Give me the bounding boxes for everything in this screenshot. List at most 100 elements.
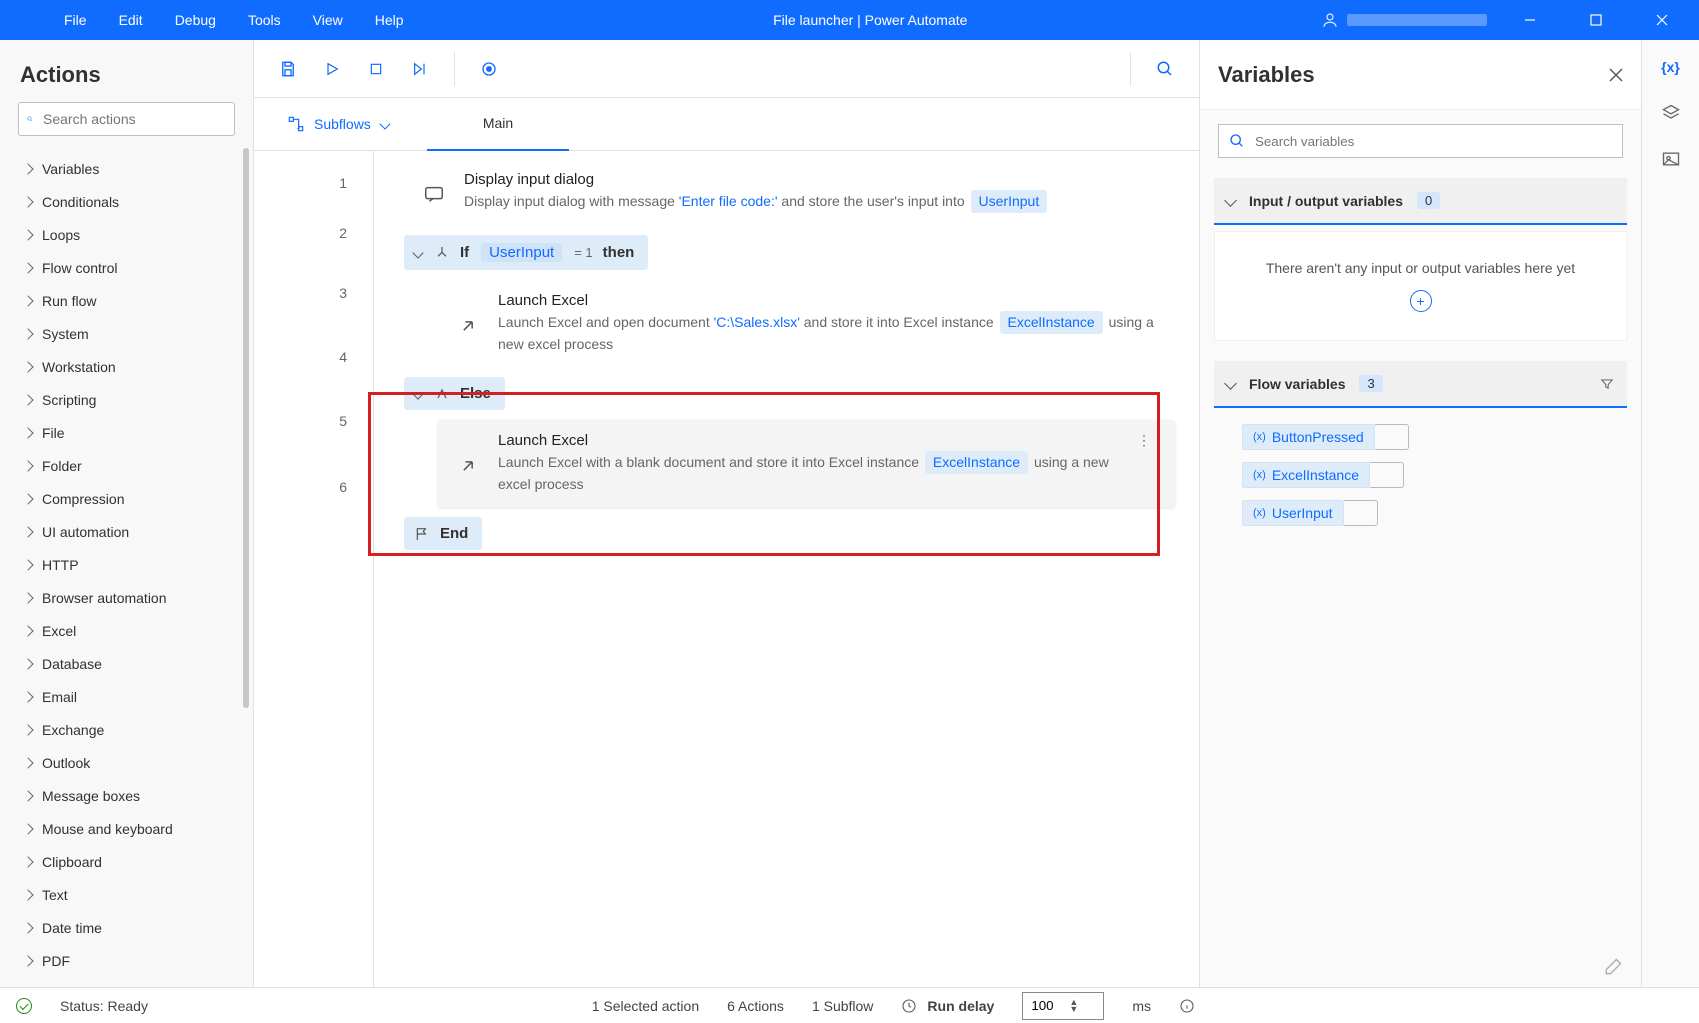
- action-category[interactable]: Email: [0, 680, 253, 713]
- maximize-button[interactable]: [1573, 0, 1619, 40]
- variables-search[interactable]: [1218, 124, 1623, 158]
- chevron-right-icon: [22, 823, 33, 834]
- chevron-right-icon: [22, 757, 33, 768]
- step-end[interactable]: End: [404, 517, 482, 550]
- flow-variable[interactable]: (x)UserInput: [1242, 500, 1623, 526]
- flowchart-icon: [288, 116, 304, 132]
- step-launch-excel-open[interactable]: Launch Excel Launch Excel and open docum…: [438, 280, 1175, 367]
- action-category[interactable]: Scripting: [0, 383, 253, 416]
- action-category[interactable]: PDF: [0, 944, 253, 977]
- step-launch-excel-blank[interactable]: Launch Excel Launch Excel with a blank d…: [438, 420, 1175, 507]
- right-rail: {x}: [1641, 40, 1699, 987]
- close-panel-button[interactable]: [1609, 68, 1623, 82]
- menu-debug[interactable]: Debug: [159, 0, 232, 40]
- action-category[interactable]: Conditionals: [0, 185, 253, 218]
- else-keyword: Else: [460, 385, 491, 402]
- subflows-dropdown[interactable]: Subflows: [272, 98, 405, 151]
- action-category[interactable]: Exchange: [0, 713, 253, 746]
- action-category[interactable]: Variables: [0, 152, 253, 185]
- filter-icon[interactable]: [1599, 377, 1615, 391]
- user-account[interactable]: [1321, 11, 1487, 29]
- designer-area: Subflows Main 1 2 3 4 5 6 Displ: [254, 40, 1199, 987]
- flow-variable[interactable]: (x)ButtonPressed: [1242, 424, 1623, 450]
- eraser-icon[interactable]: [1603, 957, 1623, 977]
- menu-help[interactable]: Help: [359, 0, 420, 40]
- action-category[interactable]: Workstation: [0, 350, 253, 383]
- step-if[interactable]: If UserInput = 1 then: [404, 235, 648, 270]
- category-label: Flow control: [42, 260, 117, 276]
- action-category[interactable]: Database: [0, 647, 253, 680]
- category-label: Exchange: [42, 722, 104, 738]
- category-label: File: [42, 425, 65, 441]
- actions-search-input[interactable]: [41, 110, 226, 128]
- scrollbar[interactable]: [243, 148, 249, 708]
- add-io-variable-button[interactable]: +: [1410, 290, 1432, 312]
- spin-arrows[interactable]: ▲▼: [1069, 999, 1078, 1013]
- io-variables-section: Input / output variables 0: [1214, 178, 1627, 225]
- action-category[interactable]: Flow control: [0, 251, 253, 284]
- menu-edit[interactable]: Edit: [103, 0, 159, 40]
- images-rail-icon[interactable]: [1660, 148, 1682, 170]
- action-category[interactable]: UI automation: [0, 515, 253, 548]
- io-section-header[interactable]: Input / output variables 0: [1214, 178, 1627, 223]
- variables-search-input[interactable]: [1253, 133, 1612, 150]
- step-desc: Display input dialog with message 'Enter…: [464, 190, 1159, 213]
- run-delay-value[interactable]: [1029, 997, 1069, 1014]
- chevron-right-icon: [22, 262, 33, 273]
- tab-main[interactable]: Main: [427, 98, 569, 151]
- step-else[interactable]: Else: [404, 377, 505, 410]
- step-display-input-dialog[interactable]: Display input dialog Display input dialo…: [404, 159, 1175, 225]
- info-icon[interactable]: [1179, 998, 1195, 1014]
- menu-file[interactable]: File: [48, 0, 103, 40]
- action-category[interactable]: Loops: [0, 218, 253, 251]
- category-label: Browser automation: [42, 590, 167, 606]
- action-category[interactable]: Mouse and keyboard: [0, 812, 253, 845]
- search-flow-button[interactable]: [1149, 53, 1181, 85]
- actions-search[interactable]: [18, 102, 235, 136]
- action-category[interactable]: System: [0, 317, 253, 350]
- actions-panel: Actions VariablesConditionalsLoopsFlow c…: [0, 40, 254, 987]
- action-category[interactable]: Date time: [0, 911, 253, 944]
- step-title: Launch Excel: [498, 292, 1159, 309]
- category-label: System: [42, 326, 89, 342]
- chevron-right-icon: [22, 526, 33, 537]
- step-button[interactable]: [404, 53, 436, 85]
- category-label: HTTP: [42, 557, 79, 573]
- action-category[interactable]: HTTP: [0, 548, 253, 581]
- stop-button[interactable]: [360, 53, 392, 85]
- category-label: Run flow: [42, 293, 96, 309]
- action-category[interactable]: Clipboard: [0, 845, 253, 878]
- flow-count-badge: 3: [1359, 375, 1382, 392]
- menu-view[interactable]: View: [297, 0, 359, 40]
- chevron-right-icon: [22, 922, 33, 933]
- minimize-button[interactable]: [1507, 0, 1553, 40]
- action-category[interactable]: Run flow: [0, 284, 253, 317]
- action-category[interactable]: Message boxes: [0, 779, 253, 812]
- step-more-button[interactable]: ⋮: [1129, 432, 1159, 495]
- run-button[interactable]: [316, 53, 348, 85]
- layers-rail-icon[interactable]: [1660, 102, 1682, 124]
- action-category[interactable]: Compression: [0, 482, 253, 515]
- save-button[interactable]: [272, 53, 304, 85]
- variables-rail-icon[interactable]: {x}: [1660, 56, 1682, 78]
- launch-icon: [454, 432, 482, 495]
- branch-icon: [434, 245, 450, 261]
- action-category[interactable]: Text: [0, 878, 253, 911]
- action-category[interactable]: File: [0, 416, 253, 449]
- clock-icon: [901, 998, 917, 1014]
- window-title: File launcher | Power Automate: [420, 12, 1321, 28]
- menu-tools[interactable]: Tools: [232, 0, 297, 40]
- io-count-badge: 0: [1417, 192, 1440, 209]
- chevron-right-icon: [22, 625, 33, 636]
- action-category[interactable]: Outlook: [0, 746, 253, 779]
- flow-section-header[interactable]: Flow variables 3: [1214, 361, 1627, 406]
- action-category[interactable]: Folder: [0, 449, 253, 482]
- run-delay-input[interactable]: ▲▼: [1022, 992, 1104, 1020]
- close-button[interactable]: [1639, 0, 1685, 40]
- chevron-down-icon: [412, 388, 423, 399]
- action-category[interactable]: Browser automation: [0, 581, 253, 614]
- record-button[interactable]: [473, 53, 505, 85]
- flow-canvas: 1 2 3 4 5 6 Display input dialog Display…: [254, 151, 1199, 987]
- flow-variable[interactable]: (x)ExcelInstance: [1242, 462, 1623, 488]
- action-category[interactable]: Excel: [0, 614, 253, 647]
